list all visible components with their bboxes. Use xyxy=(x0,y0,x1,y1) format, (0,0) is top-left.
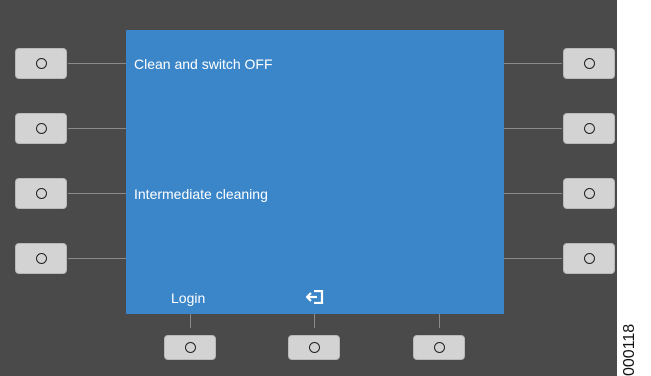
connector-line xyxy=(504,193,562,194)
key-ring-icon xyxy=(583,253,595,264)
connector-line xyxy=(504,258,562,259)
key-ring-icon xyxy=(35,123,47,134)
connector-line xyxy=(439,314,440,328)
softkey-right-2[interactable] xyxy=(563,113,615,144)
connector-line xyxy=(190,314,191,328)
key-ring-icon xyxy=(35,253,47,264)
softkey-right-4[interactable] xyxy=(563,243,615,274)
connector-line xyxy=(68,193,126,194)
connector-line xyxy=(68,128,126,129)
connector-line xyxy=(504,128,562,129)
softkey-left-3[interactable] xyxy=(15,178,67,209)
menu-option-clean-switch-off[interactable]: Clean and switch OFF xyxy=(134,56,273,72)
exit-arrow-icon[interactable] xyxy=(306,290,324,304)
key-ring-icon xyxy=(184,342,196,353)
connector-line xyxy=(68,63,126,64)
softkey-right-3[interactable] xyxy=(563,178,615,209)
softkey-right-1[interactable] xyxy=(563,48,615,79)
softkey-left-2[interactable] xyxy=(15,113,67,144)
softkey-bottom-1[interactable] xyxy=(164,335,216,360)
control-panel: Clean and switch OFF Intermediate cleani… xyxy=(0,0,617,376)
connector-line xyxy=(68,258,126,259)
softkey-bottom-3[interactable] xyxy=(413,335,465,360)
key-ring-icon xyxy=(308,342,320,353)
connector-line xyxy=(314,314,315,328)
key-ring-icon xyxy=(35,58,47,69)
key-ring-icon xyxy=(583,188,595,199)
key-ring-icon xyxy=(583,123,595,134)
menu-option-intermediate-cleaning[interactable]: Intermediate cleaning xyxy=(134,186,268,202)
key-ring-icon xyxy=(433,342,445,353)
softkey-left-4[interactable] xyxy=(15,243,67,274)
key-ring-icon xyxy=(583,58,595,69)
figure-code: 000118 xyxy=(621,323,638,376)
connector-line xyxy=(504,63,562,64)
key-ring-icon xyxy=(35,188,47,199)
softkey-left-1[interactable] xyxy=(15,48,67,79)
display-screen xyxy=(126,30,504,314)
menu-option-login[interactable]: Login xyxy=(171,290,205,306)
softkey-bottom-2[interactable] xyxy=(288,335,340,360)
